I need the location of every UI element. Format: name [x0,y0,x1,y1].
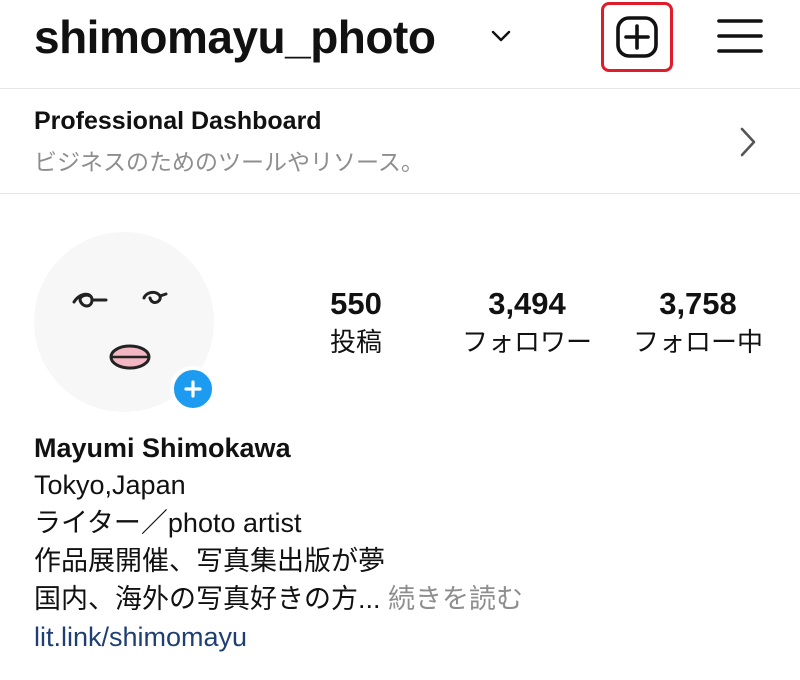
following-label: フォロー中 [632,327,763,357]
menu-icon[interactable] [716,16,764,56]
username-switcher[interactable]: shimomayu_photo [34,10,436,64]
bio-line-text: 国内、海外の写真好きの方... [34,584,381,614]
dashboard-title: Professional Dashboard [34,107,322,135]
bio-line: Tokyo,Japan [34,470,186,500]
add-story-button[interactable] [170,366,216,412]
posts-count: 550 [330,286,382,321]
chevron-down-icon[interactable] [490,26,512,46]
bio-line-truncated: 国内、海外の写真好きの方... 続きを読む [34,580,774,618]
profile-link[interactable]: lit.link/shimomayu [34,618,774,656]
chevron-right-icon [740,127,756,157]
following-stat[interactable]: 3,758 フォロー中 [618,284,778,360]
following-count: 3,758 [659,286,737,321]
bio-line: 作品展開催、写真集出版が夢 [34,546,385,576]
read-more-link[interactable]: 続きを読む [388,584,523,614]
dashboard-subtitle: ビジネスのためのツールやリソース。 [34,149,424,175]
new-post-button[interactable] [601,2,673,72]
new-post-icon [616,16,658,58]
posts-label: 投稿 [329,327,382,357]
bio-line: ライター／photo artist [34,508,302,538]
followers-count: 3,494 [488,286,566,321]
profile-bio: Mayumi Shimokawa Tokyo,Japan ライター／photo … [34,430,774,656]
plus-icon [184,380,202,398]
posts-stat[interactable]: 550 投稿 [276,284,436,360]
professional-dashboard-row[interactable]: Professional Dashboard ビジネスのためのツールやリソース。 [0,88,800,194]
followers-stat[interactable]: 3,494 フォロワー [447,284,607,360]
followers-label: フォロワー [461,327,592,357]
profile-header: shimomayu_photo [0,0,800,88]
display-name: Mayumi Shimokawa [34,433,291,463]
